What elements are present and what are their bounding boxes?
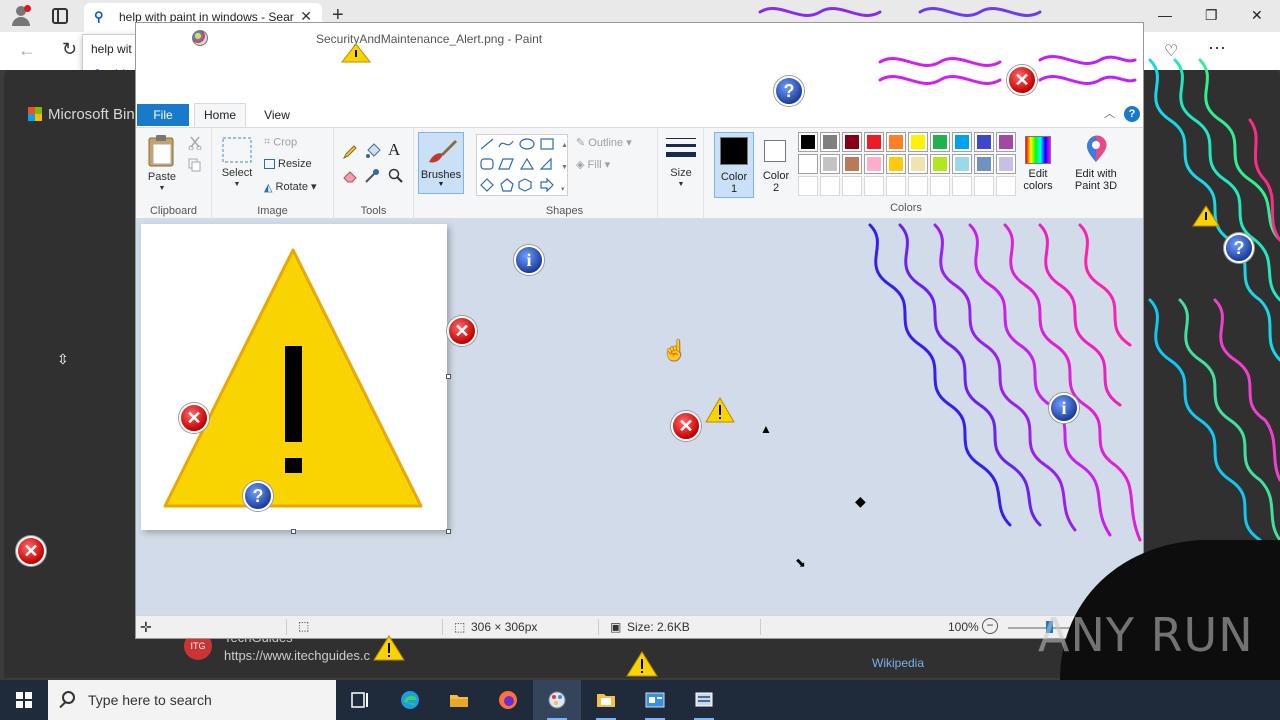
- resize-cursor-icon: ▲: [760, 422, 772, 436]
- vertical-resize-cursor-icon: ⇳: [57, 351, 69, 367]
- taskbar-search-placeholder: Type here to search: [88, 692, 212, 708]
- error-icon: ✕: [447, 316, 477, 346]
- warning-icon: [340, 43, 372, 63]
- squiggle-overlay: [758, 7, 1280, 680]
- warning-icon: [373, 635, 405, 661]
- window-app-icon: [645, 692, 665, 708]
- info-icon: i: [514, 245, 544, 275]
- move-cursor-icon: ◆: [855, 493, 866, 509]
- paint-taskbar-button[interactable]: [533, 680, 581, 720]
- warning-icon: [705, 397, 735, 423]
- firefox-icon: [499, 691, 517, 709]
- error-icon: ✕: [1007, 65, 1037, 95]
- info-icon: i: [1049, 393, 1079, 423]
- taskbar-search-box[interactable]: Type here to search: [48, 680, 336, 720]
- warning-icon: [1192, 205, 1220, 227]
- windows-start-icon[interactable]: [16, 692, 32, 708]
- search-icon: [62, 691, 75, 704]
- taskbar: Type here to search: [0, 680, 1280, 720]
- question-icon: ?: [243, 481, 273, 511]
- firefox-taskbar-button[interactable]: [484, 680, 532, 720]
- question-icon: ?: [774, 76, 804, 106]
- anyrun-watermark: ANY RUN: [1038, 608, 1254, 662]
- folder-icon: [597, 694, 615, 707]
- error-icon: ✕: [16, 536, 46, 566]
- question-icon: ?: [1224, 233, 1254, 263]
- edge-taskbar-button[interactable]: [386, 680, 434, 720]
- folder-icon: [450, 695, 468, 707]
- task-view-button[interactable]: [336, 680, 384, 720]
- warning-icon: [626, 651, 658, 677]
- edge-icon: [401, 691, 419, 709]
- control-panel-taskbar-button[interactable]: [631, 680, 679, 720]
- error-icon: ✕: [179, 403, 209, 433]
- paint-icon: [548, 691, 566, 709]
- diagonal-resize-cursor-icon: ⬊: [795, 555, 806, 570]
- hand-cursor-icon: ☝: [662, 340, 687, 362]
- folder-taskbar-button[interactable]: [582, 680, 630, 720]
- file-explorer-taskbar-button[interactable]: [435, 680, 483, 720]
- task-view-icon: [351, 692, 368, 708]
- error-icon: ✕: [671, 411, 701, 441]
- system-app-taskbar-button[interactable]: [680, 680, 728, 720]
- system-window-icon: [695, 692, 713, 707]
